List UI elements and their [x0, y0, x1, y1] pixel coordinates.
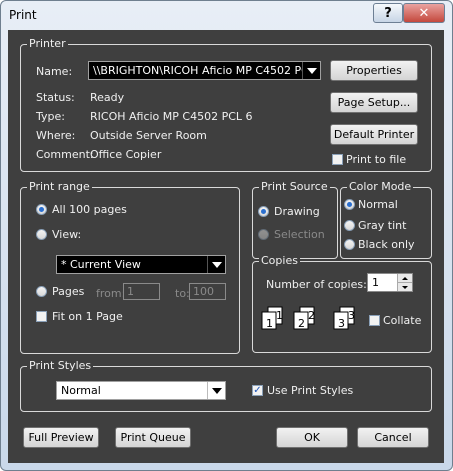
view-dropdown[interactable]: * Current View: [56, 255, 226, 274]
use-print-styles-checkbox[interactable]: ✓: [252, 385, 263, 396]
black-only-label[interactable]: Black only: [358, 238, 415, 251]
page-digit: 1: [266, 317, 273, 330]
selection-label[interactable]: Selection: [274, 228, 325, 241]
page-digit: 3: [348, 309, 355, 322]
print-style-value: Normal: [61, 384, 101, 397]
from-input[interactable]: 1: [123, 283, 160, 300]
print-dialog-window: Print ? ✕ Printer Name: \\BRIGHTON\RICOH…: [0, 0, 453, 471]
from-label: from:: [96, 287, 126, 300]
print-to-file-label[interactable]: Print to file: [346, 153, 406, 166]
print-range-group-label: Print range: [27, 180, 92, 193]
type-value: RICOH Aficio MP C4502 PCL 6: [90, 110, 253, 123]
type-label: Type:: [36, 110, 65, 123]
properties-button[interactable]: Properties: [330, 60, 418, 81]
drawing-radio[interactable]: [258, 206, 269, 217]
page-digit: 3: [338, 317, 345, 330]
view-label[interactable]: View:: [52, 228, 81, 241]
checkmark-icon: ✓: [253, 385, 262, 396]
copies-value: 1: [372, 276, 379, 289]
page-digit: 2: [308, 309, 315, 322]
window-title: Print: [9, 8, 37, 22]
printer-name-dropdown[interactable]: \\BRIGHTON\RICOH Aficio MP C4502 PC: [88, 61, 321, 80]
comment-value: Office Copier: [90, 148, 162, 161]
page-set-2-icon: 2 2: [293, 306, 315, 330]
collate-label[interactable]: Collate: [383, 314, 421, 327]
print-source-group-label: Print Source: [259, 180, 330, 193]
print-queue-button[interactable]: Print Queue: [115, 427, 191, 448]
collate-checkbox[interactable]: [369, 315, 380, 326]
to-label: to:: [175, 287, 190, 300]
chevron-down-icon: [302, 62, 320, 79]
spin-up-icon[interactable]: [397, 274, 412, 283]
status-value: Ready: [90, 91, 125, 104]
title-bar[interactable]: Print ? ✕: [1, 1, 452, 29]
to-input[interactable]: 100: [189, 283, 226, 300]
help-button[interactable]: ?: [373, 3, 403, 23]
selection-radio[interactable]: [258, 229, 269, 240]
gray-tint-label[interactable]: Gray tint: [358, 219, 406, 232]
close-icon: ✕: [418, 5, 430, 21]
printer-name-value: \\BRIGHTON\RICOH Aficio MP C4502 PC: [93, 64, 309, 77]
all-pages-label[interactable]: All 100 pages: [52, 203, 127, 216]
close-button[interactable]: ✕: [403, 3, 445, 23]
page-digit: 2: [298, 317, 305, 330]
page-set-3-icon: 3 3: [333, 306, 355, 330]
black-only-radio[interactable]: [344, 239, 355, 250]
print-styles-group-label: Print Styles: [27, 359, 94, 372]
chevron-down-icon: [207, 382, 225, 399]
all-pages-radio[interactable]: [36, 204, 47, 215]
printer-group-label: Printer: [27, 37, 68, 50]
status-label: Status:: [36, 91, 75, 104]
help-icon: ?: [384, 5, 392, 21]
dialog-body: Printer Name: \\BRIGHTON\RICOH Aficio MP…: [8, 30, 444, 463]
default-printer-button[interactable]: Default Printer: [330, 124, 418, 145]
drawing-label[interactable]: Drawing: [274, 205, 320, 218]
color-mode-group-label: Color Mode: [347, 180, 414, 193]
view-value: * Current View: [61, 258, 141, 271]
printer-name-label: Name:: [36, 65, 73, 78]
print-to-file-checkbox[interactable]: [332, 154, 343, 165]
page-setup-button[interactable]: Page Setup...: [330, 92, 418, 113]
use-print-styles-label[interactable]: Use Print Styles: [267, 384, 353, 397]
page-set-1-icon: 1 1: [261, 306, 283, 330]
copies-spinbox[interactable]: 1: [367, 273, 413, 292]
chevron-down-icon: [207, 256, 225, 273]
full-preview-button[interactable]: Full Preview: [23, 427, 99, 448]
spin-down-icon[interactable]: [397, 283, 412, 291]
view-radio[interactable]: [36, 229, 47, 240]
page-digit: 1: [276, 309, 283, 322]
where-label: Where:: [36, 129, 76, 142]
ok-button[interactable]: OK: [276, 427, 348, 448]
pages-radio[interactable]: [36, 286, 47, 297]
comment-label: Comment:: [36, 148, 94, 161]
color-normal-label[interactable]: Normal: [358, 198, 398, 211]
fit-on-page-label[interactable]: Fit on 1 Page: [52, 310, 123, 323]
print-style-dropdown[interactable]: Normal: [56, 381, 226, 400]
copies-group-label: Copies: [259, 254, 300, 267]
pages-label[interactable]: Pages: [52, 285, 84, 298]
cancel-button[interactable]: Cancel: [357, 427, 429, 448]
gray-tint-radio[interactable]: [344, 220, 355, 231]
color-normal-radio[interactable]: [344, 199, 355, 210]
number-of-copies-label: Number of copies:: [266, 278, 367, 291]
print-source-group: Print Source: [252, 180, 338, 259]
fit-on-page-checkbox[interactable]: [36, 311, 47, 322]
where-value: Outside Server Room: [90, 129, 207, 142]
